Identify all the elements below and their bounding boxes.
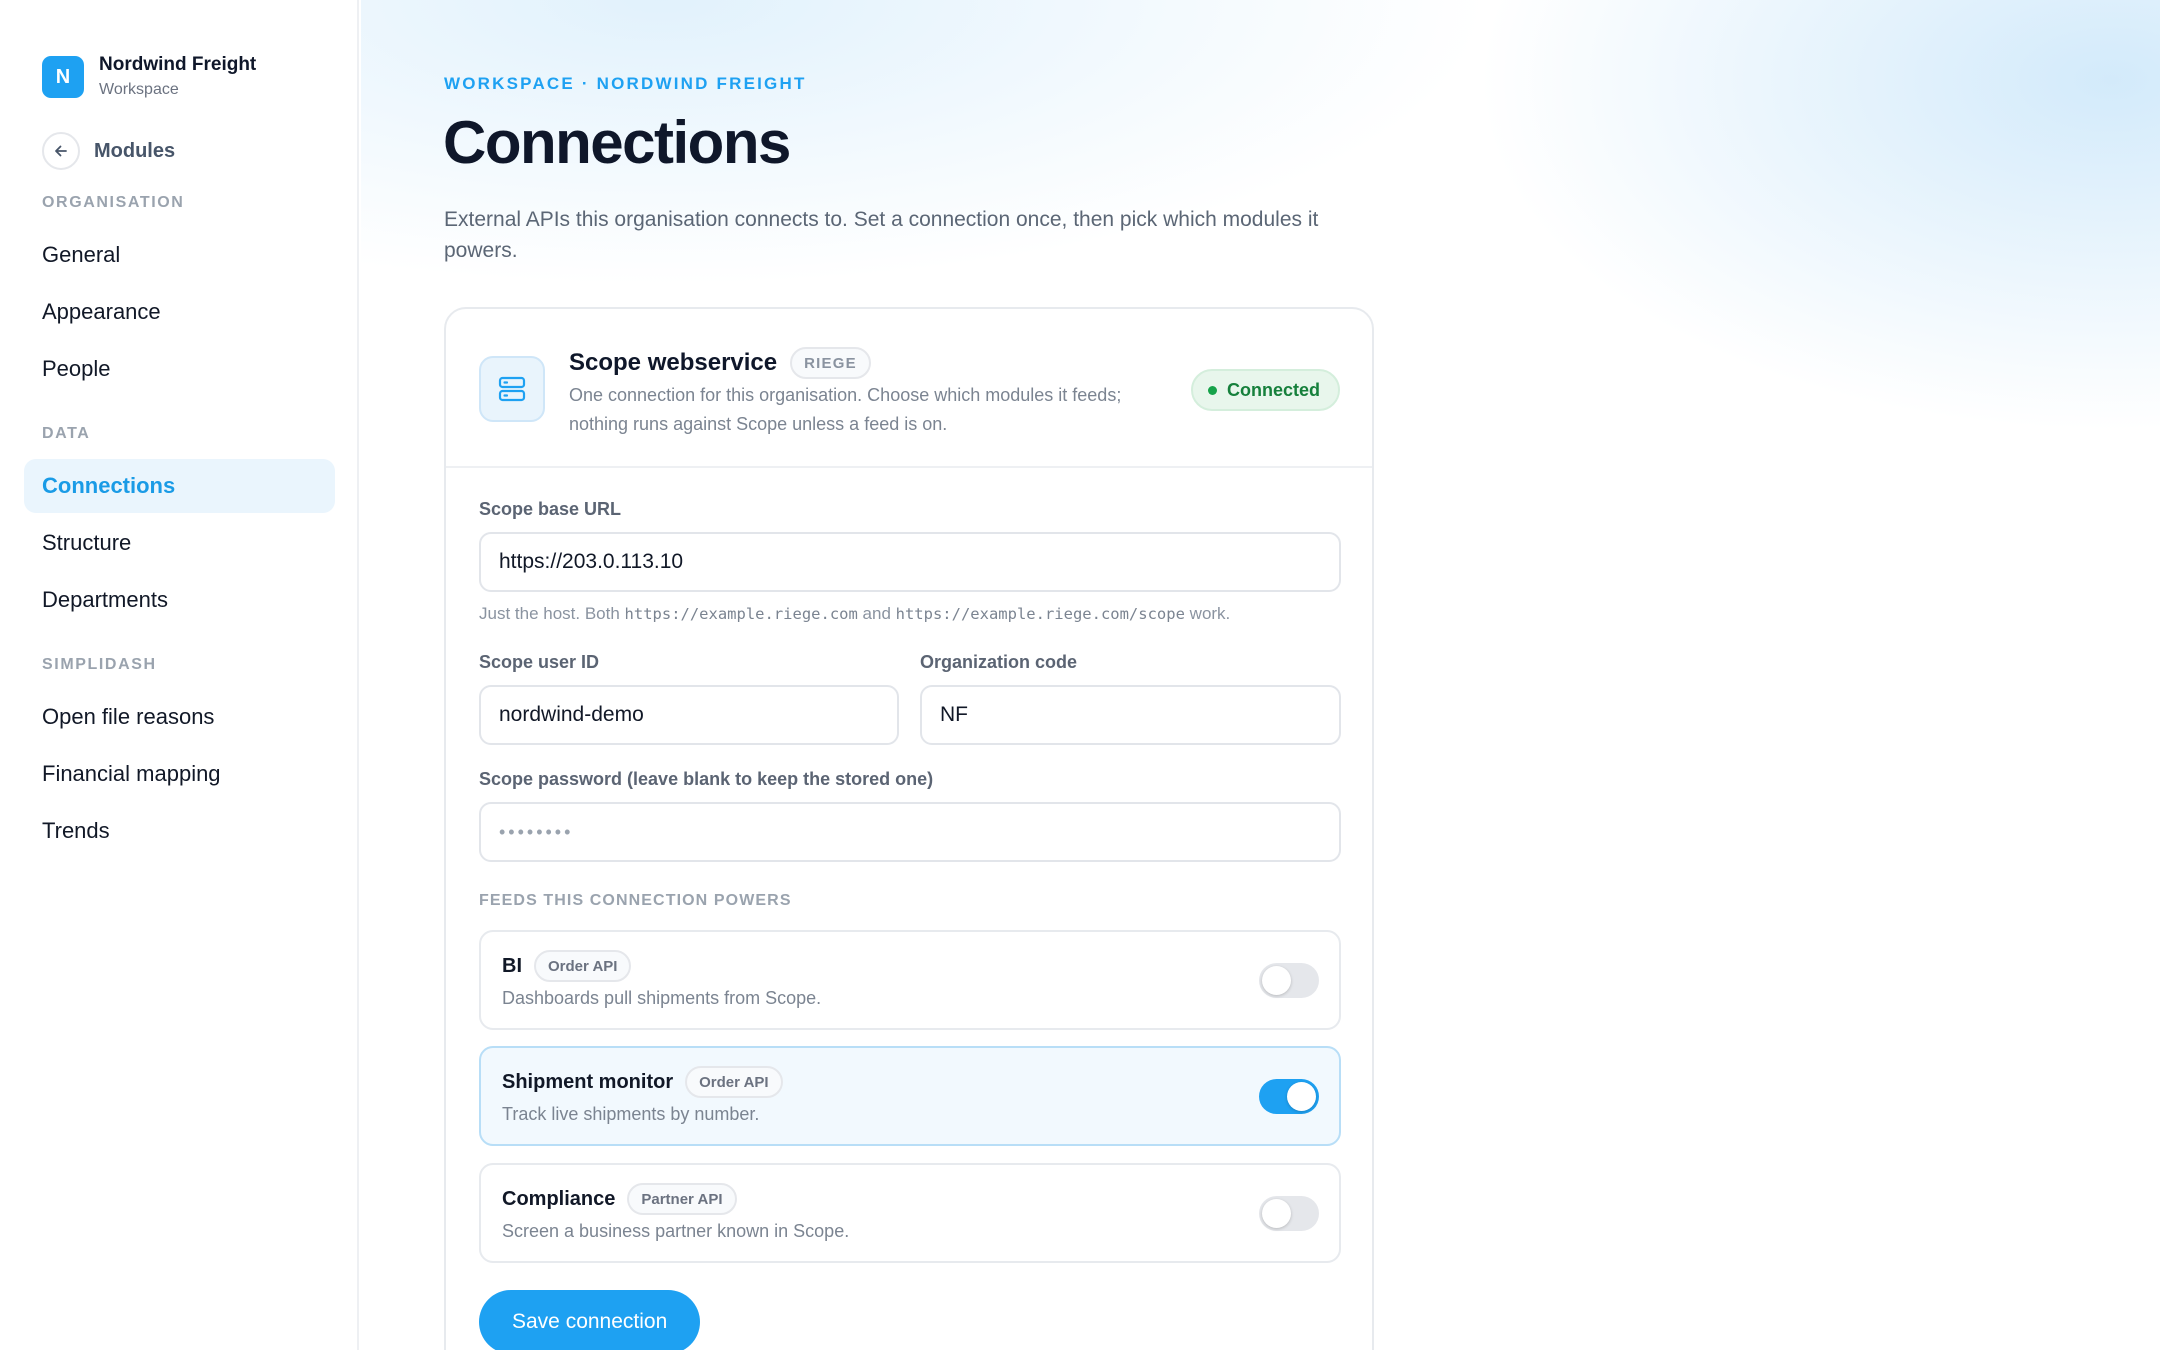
feed-description: Track live shipments by number. (502, 1104, 760, 1124)
server-icon (479, 356, 545, 422)
breadcrumb: WORKSPACE · NORDWIND FREIGHT (444, 74, 807, 93)
sidebar-item-trends[interactable]: Trends (24, 804, 335, 858)
base-url-input[interactable]: https://203.0.113.10 (479, 532, 1341, 592)
sidebar-item-people[interactable]: People (24, 342, 335, 396)
toggle-knob (1262, 1199, 1291, 1228)
hint-example-host: https://example.riege.com (624, 605, 858, 623)
service-name: Scope webservice (569, 349, 778, 376)
feed-api-badge: Partner API (627, 1183, 737, 1215)
section-label-simplidash: SIMPLIDASH (42, 656, 157, 673)
feed-toggle-shipment-monitor[interactable] (1259, 1079, 1319, 1114)
section-label-data: DATA (42, 425, 91, 442)
workspace-brand[interactable]: N Nordwind Freight Workspace (42, 53, 256, 101)
feed-toggle-bi[interactable] (1259, 963, 1319, 998)
back-label: Modules (94, 139, 176, 162)
page-title: Connections (443, 109, 791, 176)
hint-text: work. (1184, 604, 1231, 623)
password-label: Scope password (leave blank to keep the … (479, 769, 934, 789)
card-header: Scope webservice RIEGE One connection fo… (446, 309, 1372, 468)
feed-api-badge: Order API (534, 950, 632, 982)
feed-description: Dashboards pull shipments from Scope. (502, 988, 822, 1008)
user-id-input[interactable]: nordwind-demo (479, 685, 899, 745)
toggle-knob (1262, 966, 1291, 995)
base-url-hint: Just the host. Both https://example.rieg… (479, 604, 1230, 624)
hint-text: Just the host. Both (479, 604, 625, 623)
sidebar-item-general[interactable]: General (24, 228, 335, 282)
sidebar-item-departments[interactable]: Departments (24, 573, 335, 627)
service-description: One connection for this organisation. Ch… (569, 385, 1122, 434)
workspace-logo: N (42, 56, 84, 98)
hint-text: and (857, 604, 896, 623)
feed-name: Shipment monitor (502, 1070, 674, 1093)
sidebar: N Nordwind Freight Workspace Modules ORG… (0, 0, 359, 1350)
status-dot-icon (1207, 385, 1217, 395)
toggle-knob (1287, 1082, 1316, 1111)
connection-card: Scope webservice RIEGE One connection fo… (444, 307, 1374, 1350)
workspace-subtitle: Workspace (99, 81, 179, 98)
page-description: External APIs this organisation connects… (444, 208, 1319, 262)
vendor-badge: RIEGE (790, 347, 871, 379)
sidebar-item-appearance[interactable]: Appearance (24, 285, 335, 339)
feed-bi: BI Order API Dashboards pull shipments f… (479, 930, 1341, 1030)
feed-toggle-compliance[interactable] (1259, 1196, 1319, 1231)
status-label: Connected (1226, 379, 1320, 400)
user-id-label: Scope user ID (479, 652, 600, 672)
status-badge: Connected (1190, 369, 1340, 411)
feed-name: Compliance (502, 1187, 616, 1210)
base-url-label: Scope base URL (479, 499, 622, 519)
section-label-organisation: ORGANISATION (42, 194, 185, 211)
feeds-section-label: FEEDS THIS CONNECTION POWERS (479, 892, 792, 909)
password-input[interactable]: •••••••• (479, 802, 1341, 862)
sidebar-item-open-file-reasons[interactable]: Open file reasons (24, 690, 335, 744)
sidebar-item-structure[interactable]: Structure (24, 516, 335, 570)
feed-compliance: Compliance Partner API Screen a business… (479, 1163, 1341, 1263)
feed-shipment-monitor: Shipment monitor Order API Track live sh… (479, 1046, 1341, 1146)
hint-example-path: https://example.riege.com/scope (895, 605, 1185, 623)
sidebar-item-financial-mapping[interactable]: Financial mapping (24, 747, 335, 801)
org-code-input[interactable]: NF (920, 685, 1341, 745)
back-to-modules[interactable]: Modules (42, 132, 175, 170)
main-content: WORKSPACE · NORDWIND FREIGHT Connections… (361, 0, 2160, 1350)
org-code-label: Organization code (920, 652, 1078, 672)
workspace-name: Nordwind Freight (99, 54, 257, 75)
feed-name: BI (502, 954, 522, 977)
feed-api-badge: Order API (685, 1066, 783, 1098)
feed-description: Screen a business partner known in Scope… (502, 1221, 850, 1241)
arrow-left-icon[interactable] (42, 132, 80, 170)
sidebar-item-connections[interactable]: Connections (24, 459, 335, 513)
save-connection-button[interactable]: Save connection (479, 1290, 701, 1350)
